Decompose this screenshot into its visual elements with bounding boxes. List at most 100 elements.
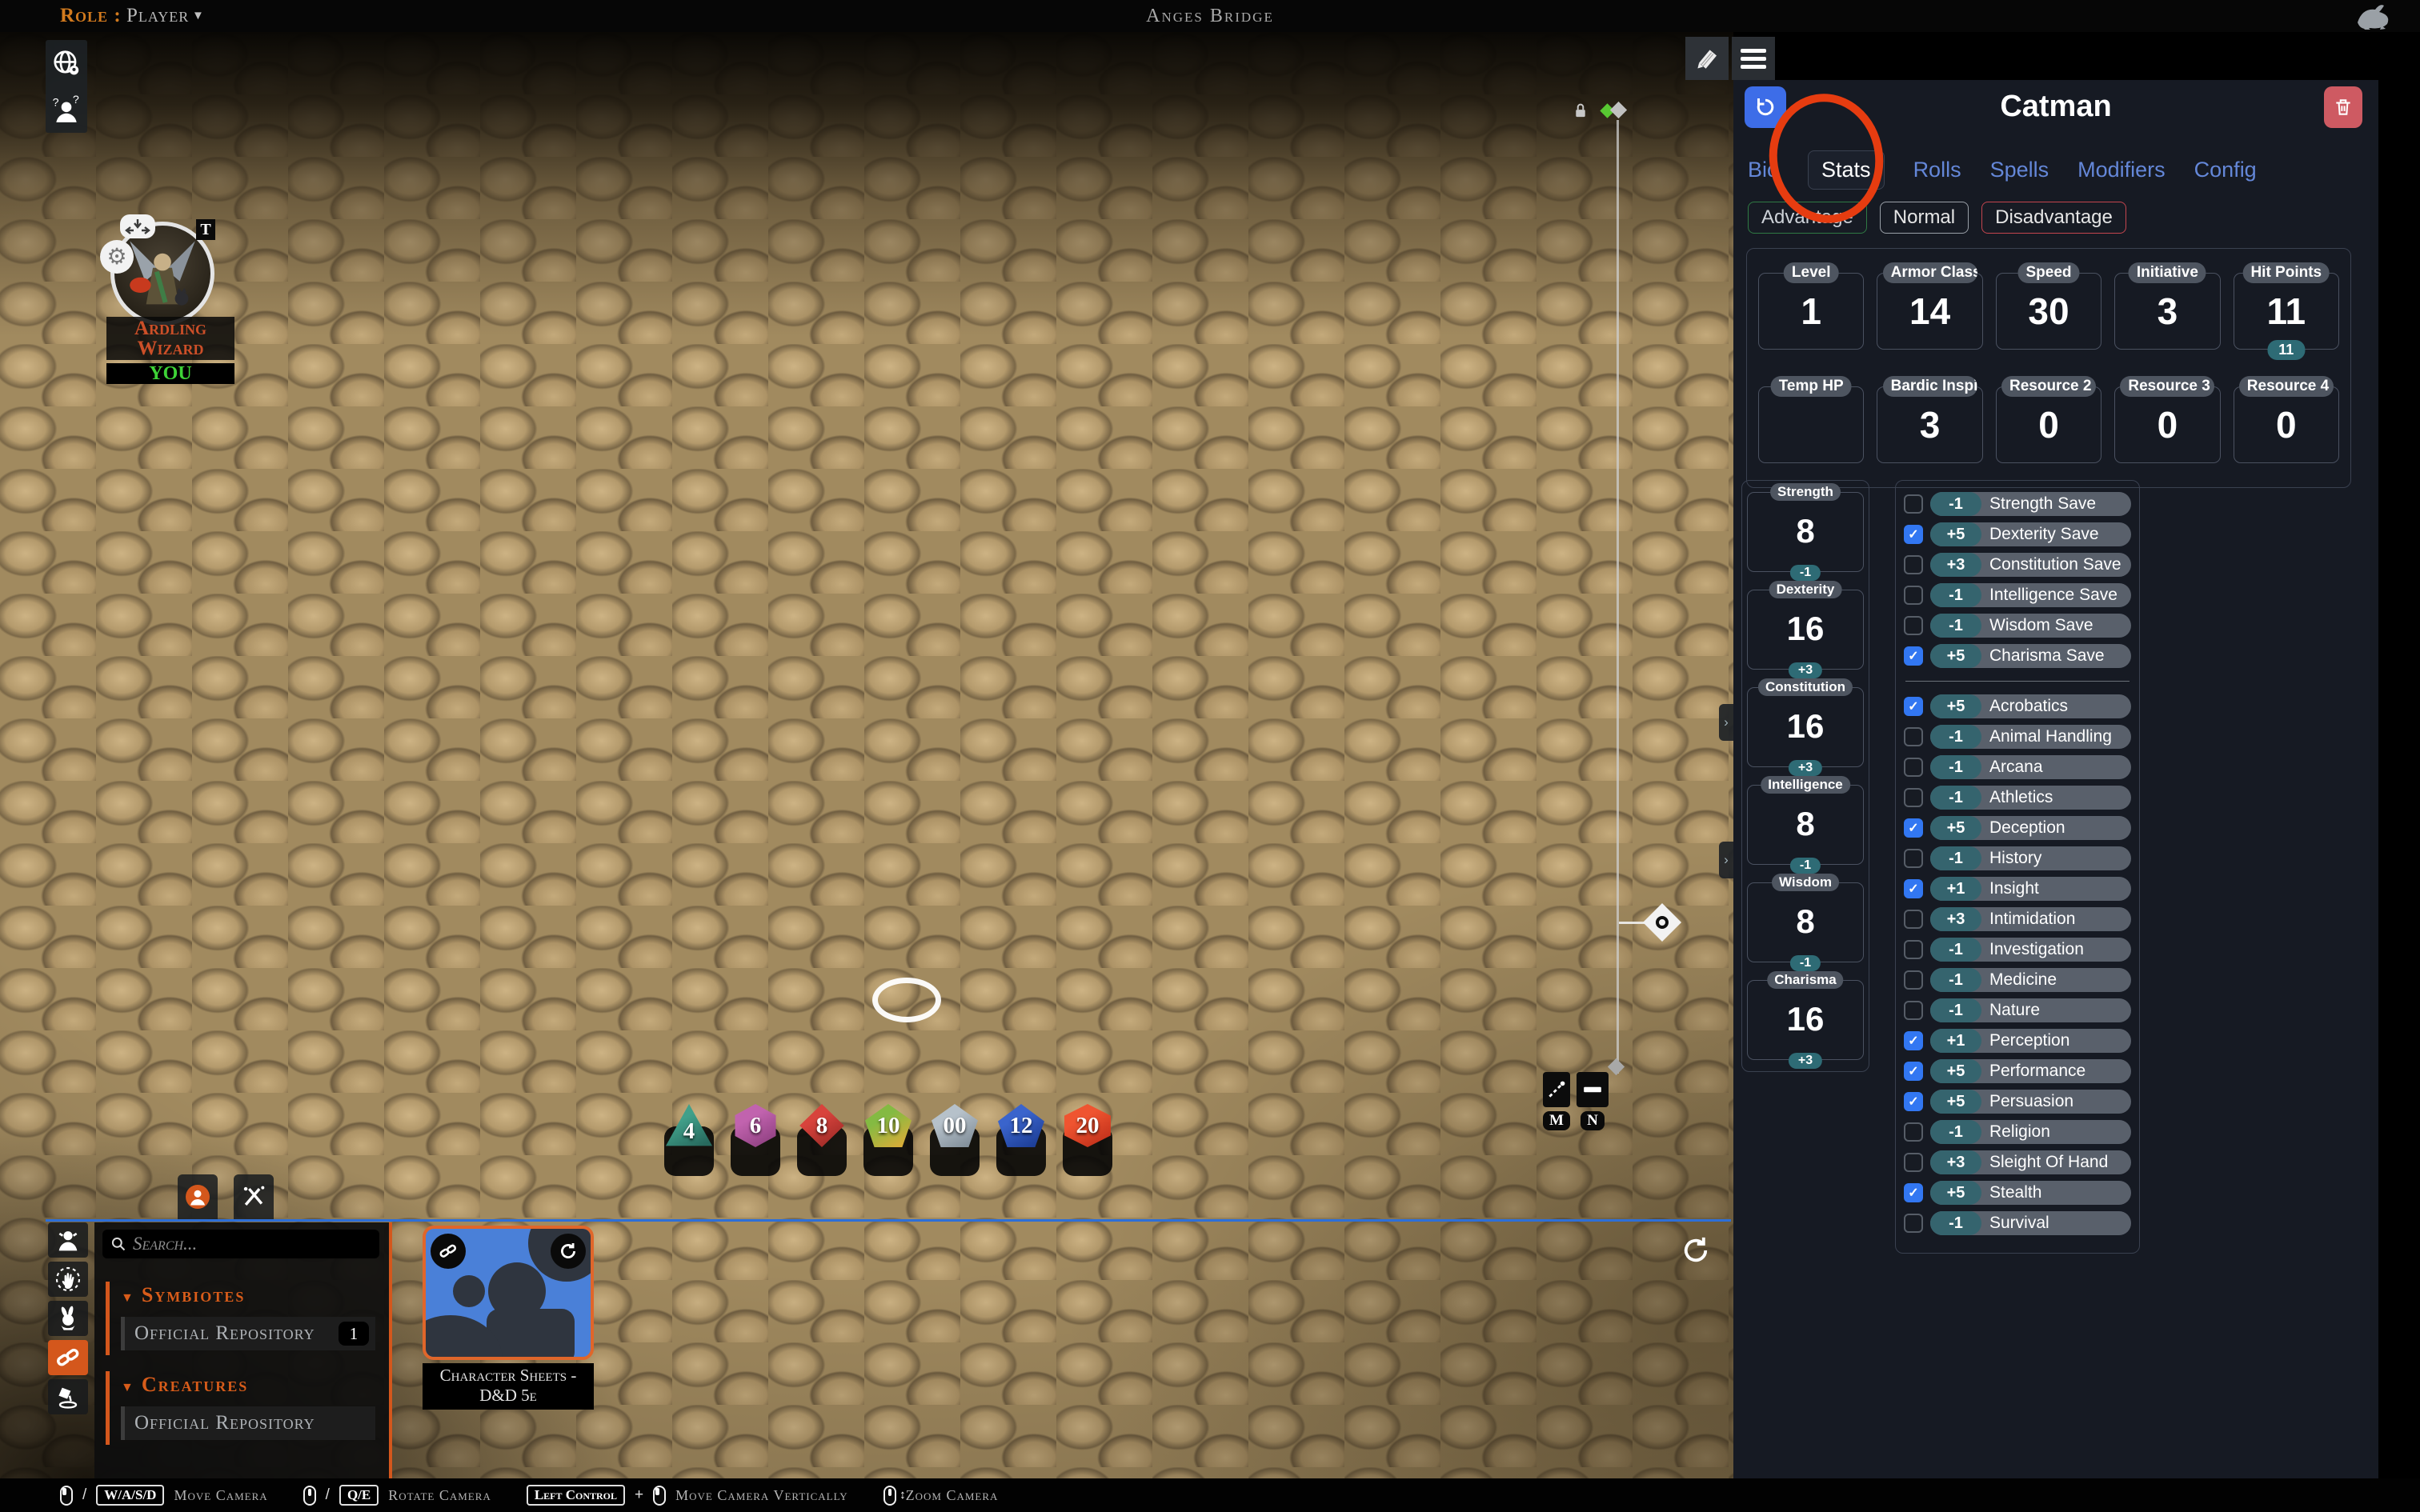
save-roll-pill[interactable]: +5Charisma Save	[1930, 644, 2131, 668]
stat-box-resource-3[interactable]: Resource 30	[2114, 386, 2220, 463]
measure-tool-button[interactable]	[1543, 1072, 1570, 1107]
world-map-button[interactable]	[46, 40, 87, 86]
skill-roll-pill[interactable]: +5Persuasion	[1930, 1090, 2131, 1114]
tab-config[interactable]: Config	[2194, 158, 2257, 182]
save-roll-pill[interactable]: +5Dexterity Save	[1930, 522, 2131, 546]
card-refresh-badge[interactable]	[551, 1234, 586, 1269]
tab-bio[interactable]: Bio	[1748, 158, 1779, 182]
die-slot-d4[interactable]: 4	[664, 1126, 714, 1176]
roll-mode-normal[interactable]: Normal	[1880, 202, 1969, 234]
stat-box-resource-4[interactable]: Resource 40	[2234, 386, 2339, 463]
tab-paint[interactable]	[234, 1174, 274, 1219]
roll-mode-advantage[interactable]: Advantage	[1748, 202, 1867, 234]
ability-constitution[interactable]: Constitution16+3	[1747, 687, 1864, 767]
stat-box-initiative[interactable]: Initiative3	[2114, 273, 2220, 350]
tab-spells[interactable]: Spells	[1990, 158, 2049, 182]
symbiotes-tool-button[interactable]	[48, 1340, 88, 1375]
proficiency-checkbox[interactable]: ✓	[1904, 525, 1923, 544]
proficiency-checkbox[interactable]: ✓	[1904, 1062, 1923, 1081]
proficiency-checkbox[interactable]: ✓	[1904, 697, 1923, 716]
stat-box-level[interactable]: Level1	[1758, 273, 1864, 350]
roll-mode-disadvantage[interactable]: Disadvantage	[1981, 202, 2126, 234]
die-slot-d6[interactable]: 6	[731, 1126, 780, 1176]
die-slot-d12[interactable]: 12	[996, 1126, 1046, 1176]
proficiency-checkbox[interactable]	[1904, 1214, 1923, 1233]
skill-roll-pill[interactable]: +1Perception	[1930, 1029, 2131, 1053]
skill-roll-pill[interactable]: +5Deception	[1930, 816, 2131, 840]
proficiency-checkbox[interactable]	[1904, 1153, 1923, 1172]
rulebook-button[interactable]	[1685, 37, 1729, 80]
delete-character-button[interactable]	[2324, 86, 2362, 128]
skill-roll-pill[interactable]: +5Acrobatics	[1930, 694, 2131, 718]
collapse-caret-icon[interactable]: ▼	[121, 1381, 135, 1394]
panel-expand-arrow[interactable]: ›	[1719, 842, 1733, 878]
die-slot-d00[interactable]: 00	[930, 1126, 980, 1176]
save-roll-pill[interactable]: -1Intelligence Save	[1930, 583, 2131, 607]
repo-item-official-repository[interactable]: Official Repository1	[121, 1317, 375, 1350]
stat-box-temp-hp[interactable]: Temp HP	[1758, 386, 1864, 463]
skill-roll-pill[interactable]: -1Survival	[1930, 1211, 2131, 1235]
section-header-creatures[interactable]: ▼Creatures	[121, 1373, 389, 1397]
skill-roll-pill[interactable]: +3Intimidation	[1930, 907, 2131, 931]
save-roll-pill[interactable]: -1Strength Save	[1930, 492, 2131, 516]
skill-roll-pill[interactable]: -1Religion	[1930, 1120, 2131, 1144]
proficiency-checkbox[interactable]	[1904, 586, 1923, 605]
skill-roll-pill[interactable]: +1Insight	[1930, 877, 2131, 901]
proficiency-checkbox[interactable]	[1904, 555, 1923, 574]
proficiency-checkbox[interactable]	[1904, 758, 1923, 777]
npc-button[interactable]: ??	[46, 86, 87, 133]
select-tool-button[interactable]	[48, 1262, 88, 1297]
proficiency-checkbox[interactable]	[1904, 1001, 1923, 1020]
save-roll-pill[interactable]: +3Constitution Save	[1930, 553, 2131, 577]
skill-roll-pill[interactable]: -1History	[1930, 846, 2131, 870]
stat-box-bardic-inspir[interactable]: Bardic Inspir3	[1877, 386, 1982, 463]
proficiency-checkbox[interactable]	[1904, 616, 1923, 635]
props-tool-button[interactable]	[48, 1379, 88, 1414]
stat-box-speed[interactable]: Speed30	[1996, 273, 2101, 350]
proficiency-checkbox[interactable]: ✓	[1904, 818, 1923, 838]
scene-viewport[interactable]: ?? ⚙ T Ardling Wizard YOU	[0, 32, 1733, 1480]
stat-box-resource-2[interactable]: Resource 20	[1996, 386, 2101, 463]
search-input[interactable]: Search...	[102, 1230, 379, 1258]
skill-roll-pill[interactable]: +5Performance	[1930, 1059, 2131, 1083]
proficiency-checkbox[interactable]	[1904, 1122, 1923, 1142]
skill-roll-pill[interactable]: -1Arcana	[1930, 755, 2131, 779]
skill-roll-pill[interactable]: -1Medicine	[1930, 968, 2131, 992]
proficiency-checkbox[interactable]	[1904, 727, 1923, 746]
proficiency-checkbox[interactable]	[1904, 940, 1923, 959]
proficiency-checkbox[interactable]: ✓	[1904, 1183, 1923, 1202]
proficiency-checkbox[interactable]	[1904, 494, 1923, 514]
proficiency-checkbox[interactable]: ✓	[1904, 879, 1923, 898]
nameplate-tool-button[interactable]	[1577, 1072, 1609, 1107]
minis-tool-button[interactable]	[48, 1222, 88, 1258]
symbiote-card-character-sheets[interactable]	[423, 1226, 594, 1360]
proficiency-checkbox[interactable]	[1904, 788, 1923, 807]
tab-rolls[interactable]: Rolls	[1913, 158, 1961, 182]
ability-strength[interactable]: Strength8-1	[1747, 492, 1864, 572]
skill-roll-pill[interactable]: +3Sleight Of Hand	[1930, 1150, 2131, 1174]
ability-charisma[interactable]: Charisma16+3	[1747, 980, 1864, 1060]
tab-modifiers[interactable]: Modifiers	[2077, 158, 2166, 182]
stat-box-armor-class[interactable]: Armor Class14	[1877, 273, 1982, 350]
ability-intelligence[interactable]: Intelligence8-1	[1747, 785, 1864, 865]
ability-dexterity[interactable]: Dexterity16+3	[1747, 590, 1864, 670]
proficiency-checkbox[interactable]	[1904, 849, 1923, 868]
die-slot-d20[interactable]: 20	[1063, 1126, 1112, 1176]
token-move-badge[interactable]	[120, 214, 155, 238]
skill-roll-pill[interactable]: +5Stealth	[1930, 1181, 2131, 1205]
proficiency-checkbox[interactable]	[1904, 970, 1923, 990]
proficiency-checkbox[interactable]	[1904, 910, 1923, 929]
repo-item-official-repository[interactable]: Official Repository	[121, 1406, 375, 1440]
stat-box-hit-points[interactable]: Hit Points1111	[2234, 273, 2339, 350]
skill-roll-pill[interactable]: -1Animal Handling	[1930, 725, 2131, 749]
tab-characters[interactable]	[178, 1174, 218, 1219]
die-slot-d10[interactable]: 10	[863, 1126, 913, 1176]
panel-expand-arrow[interactable]: ›	[1719, 704, 1733, 741]
ability-wisdom[interactable]: Wisdom8-1	[1747, 882, 1864, 962]
creatures-tool-button[interactable]	[48, 1301, 88, 1336]
skill-roll-pill[interactable]: -1Nature	[1930, 998, 2131, 1022]
section-header-symbiotes[interactable]: ▼Symbiotes	[121, 1283, 389, 1307]
skill-roll-pill[interactable]: -1Investigation	[1930, 938, 2131, 962]
library-refresh-button[interactable]	[1679, 1234, 1713, 1267]
collapse-caret-icon[interactable]: ▼	[121, 1291, 135, 1305]
